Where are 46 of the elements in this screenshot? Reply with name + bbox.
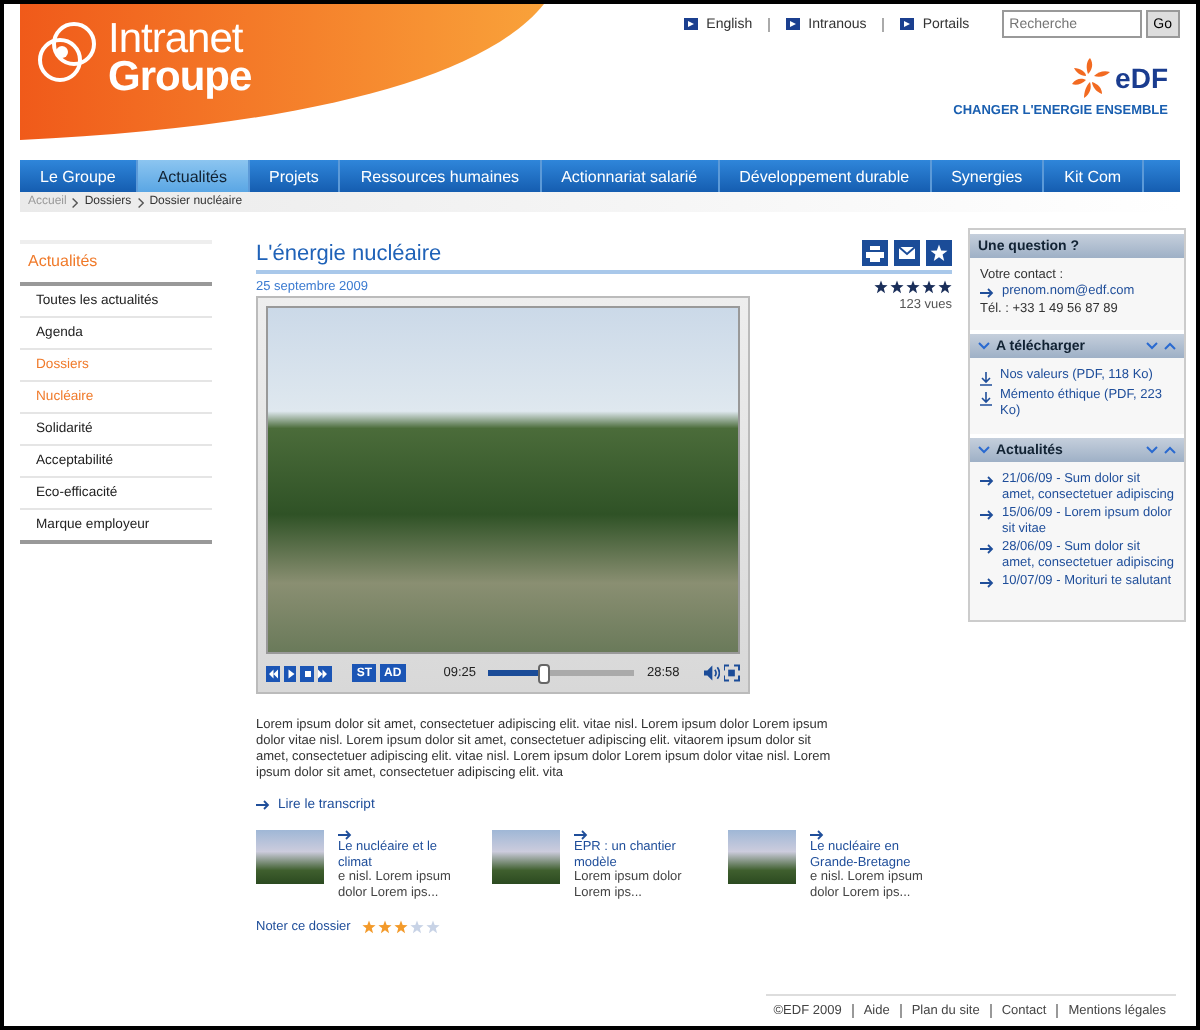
thumbnail-placeholder <box>492 830 560 884</box>
arrow-icon <box>980 544 994 554</box>
expand-chevron-icon[interactable] <box>1146 342 1158 350</box>
favorite-button[interactable] <box>926 240 952 266</box>
nav-tab[interactable]: Actualités <box>137 160 249 192</box>
chevron-right-icon <box>72 197 79 207</box>
arrow-icon <box>980 288 994 298</box>
print-button[interactable] <box>862 240 888 266</box>
fast-forward-button[interactable] <box>318 665 332 681</box>
email-button[interactable] <box>894 240 920 266</box>
progress-thumb[interactable] <box>537 664 550 684</box>
bullet-icon <box>900 18 915 30</box>
envelope-icon <box>898 246 916 260</box>
arrow-icon <box>980 476 994 486</box>
collapse-chevron-icon[interactable] <box>1164 446 1176 454</box>
thumbnail-placeholder <box>728 830 796 884</box>
arrow-icon <box>256 800 270 810</box>
flame-logo-icon <box>1067 56 1112 100</box>
sidebar-title: Actualités <box>20 244 212 286</box>
arrow-icon <box>574 830 588 840</box>
download-icon <box>980 372 992 386</box>
arrow-icon <box>338 830 352 840</box>
arrow-icon <box>810 830 824 840</box>
rewind-button[interactable] <box>266 665 280 681</box>
printer-icon <box>866 245 884 261</box>
logo-icon <box>36 20 100 84</box>
arrow-icon <box>980 578 994 588</box>
brand-logo-text: eDF <box>1115 62 1168 94</box>
expand-chevron-icon[interactable] <box>1146 446 1158 454</box>
article-title: L'énergie nucléaire <box>256 242 442 266</box>
expand-chevron-icon[interactable] <box>978 342 990 350</box>
bullet-icon <box>684 18 699 30</box>
logo-text: Intranet <box>108 20 243 58</box>
chevron-right-icon <box>137 197 144 207</box>
rating-stars[interactable] <box>362 920 441 934</box>
thumbnail-placeholder <box>256 830 324 884</box>
arrow-icon <box>980 510 994 520</box>
bullet-icon <box>786 18 801 30</box>
volume-icon[interactable] <box>704 664 721 682</box>
play-button[interactable] <box>283 665 297 681</box>
download-icon <box>980 392 992 406</box>
logo-text: Groupe <box>108 58 252 96</box>
star-icon <box>930 244 948 262</box>
expand-chevron-icon[interactable] <box>978 446 990 454</box>
fullscreen-icon[interactable] <box>724 664 740 682</box>
collapse-chevron-icon[interactable] <box>1164 342 1176 350</box>
